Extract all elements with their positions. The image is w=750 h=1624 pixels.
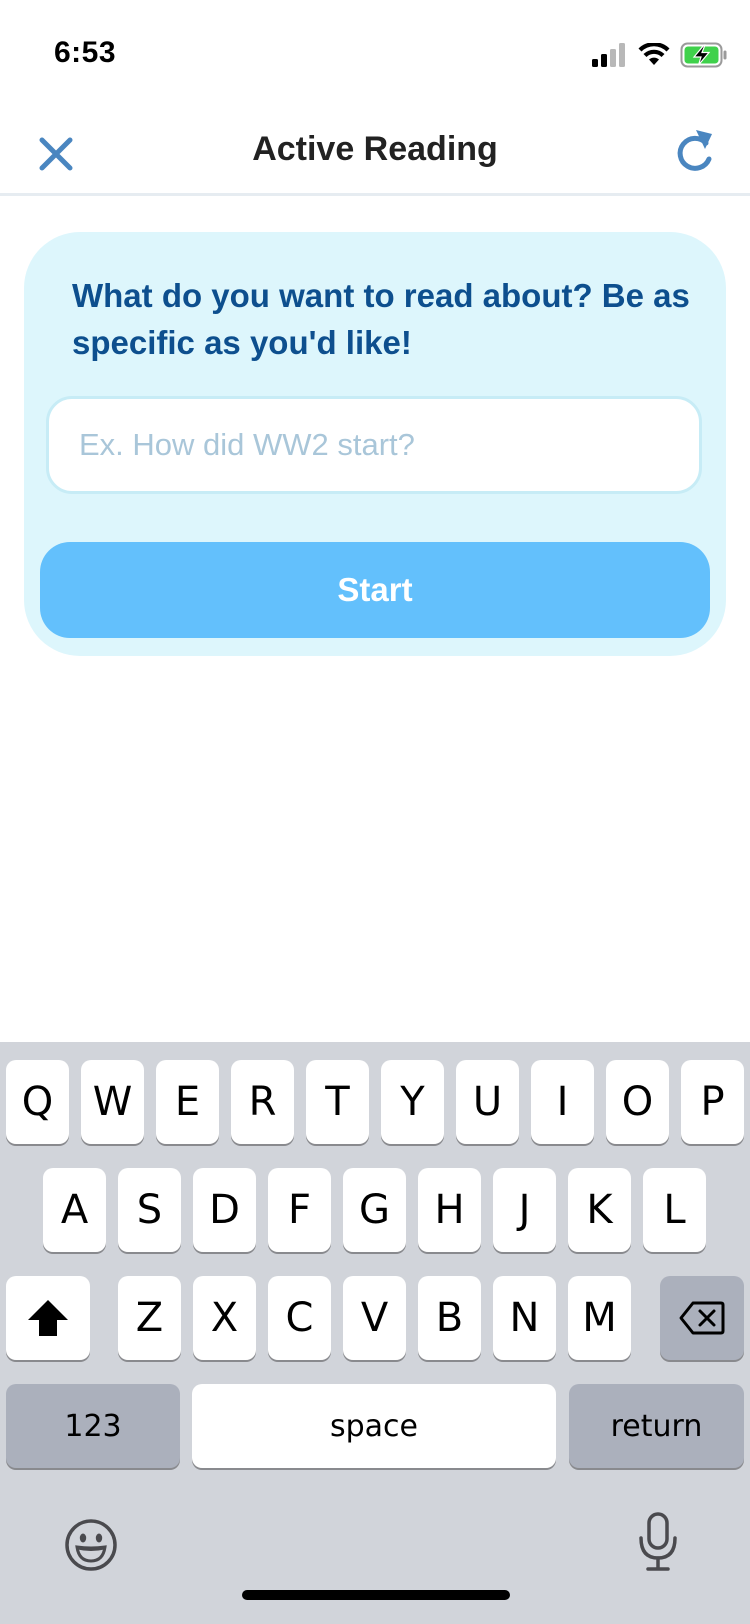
key-t[interactable]: T (306, 1060, 369, 1144)
status-bar: 6:53 (0, 0, 750, 100)
key-s[interactable]: S (118, 1168, 181, 1252)
shift-key[interactable] (6, 1276, 90, 1360)
key-n[interactable]: N (493, 1276, 556, 1360)
key-x[interactable]: X (193, 1276, 256, 1360)
refresh-icon[interactable] (672, 128, 716, 176)
key-m[interactable]: M (568, 1276, 631, 1360)
battery-charging-icon (680, 42, 727, 68)
page-title: Active Reading (252, 130, 498, 168)
topic-prompt: What do you want to read about? Be as sp… (72, 277, 690, 361)
numbers-key[interactable]: 123 (6, 1384, 180, 1468)
backspace-icon (679, 1301, 725, 1335)
key-p[interactable]: P (681, 1060, 744, 1144)
reading-topic-card: What do you want to read about? Be as sp… (24, 232, 726, 656)
shift-arrow-icon (28, 1300, 68, 1336)
key-c[interactable]: C (268, 1276, 331, 1360)
return-key[interactable]: return (569, 1384, 744, 1468)
key-j[interactable]: J (493, 1168, 556, 1252)
navigation-header: Active Reading (0, 110, 750, 196)
key-i[interactable]: I (531, 1060, 594, 1144)
key-h[interactable]: H (418, 1168, 481, 1252)
key-e[interactable]: E (156, 1060, 219, 1144)
key-a[interactable]: A (43, 1168, 106, 1252)
key-r[interactable]: R (231, 1060, 294, 1144)
key-f[interactable]: F (268, 1168, 331, 1252)
home-indicator (242, 1590, 510, 1600)
key-q[interactable]: Q (6, 1060, 69, 1144)
start-button[interactable]: Start (40, 542, 710, 638)
key-u[interactable]: U (456, 1060, 519, 1144)
key-z[interactable]: Z (118, 1276, 181, 1360)
topic-input[interactable] (46, 396, 702, 494)
microphone-icon[interactable] (636, 1512, 680, 1572)
status-time: 6:53 (54, 36, 117, 69)
key-k[interactable]: K (568, 1168, 631, 1252)
emoji-icon[interactable] (64, 1518, 118, 1572)
wifi-icon (638, 43, 670, 65)
key-y[interactable]: Y (381, 1060, 444, 1144)
key-v[interactable]: V (343, 1276, 406, 1360)
on-screen-keyboard: Q W E R T Y U I O P A S D F G H J K L Z … (0, 1042, 750, 1624)
backspace-key[interactable] (660, 1276, 744, 1360)
key-l[interactable]: L (643, 1168, 706, 1252)
key-o[interactable]: O (606, 1060, 669, 1144)
key-g[interactable]: G (343, 1168, 406, 1252)
key-w[interactable]: W (81, 1060, 144, 1144)
status-icons (592, 40, 728, 70)
cellular-signal-icon (592, 43, 625, 67)
key-b[interactable]: B (418, 1276, 481, 1360)
space-key[interactable]: space (192, 1384, 556, 1468)
key-d[interactable]: D (193, 1168, 256, 1252)
